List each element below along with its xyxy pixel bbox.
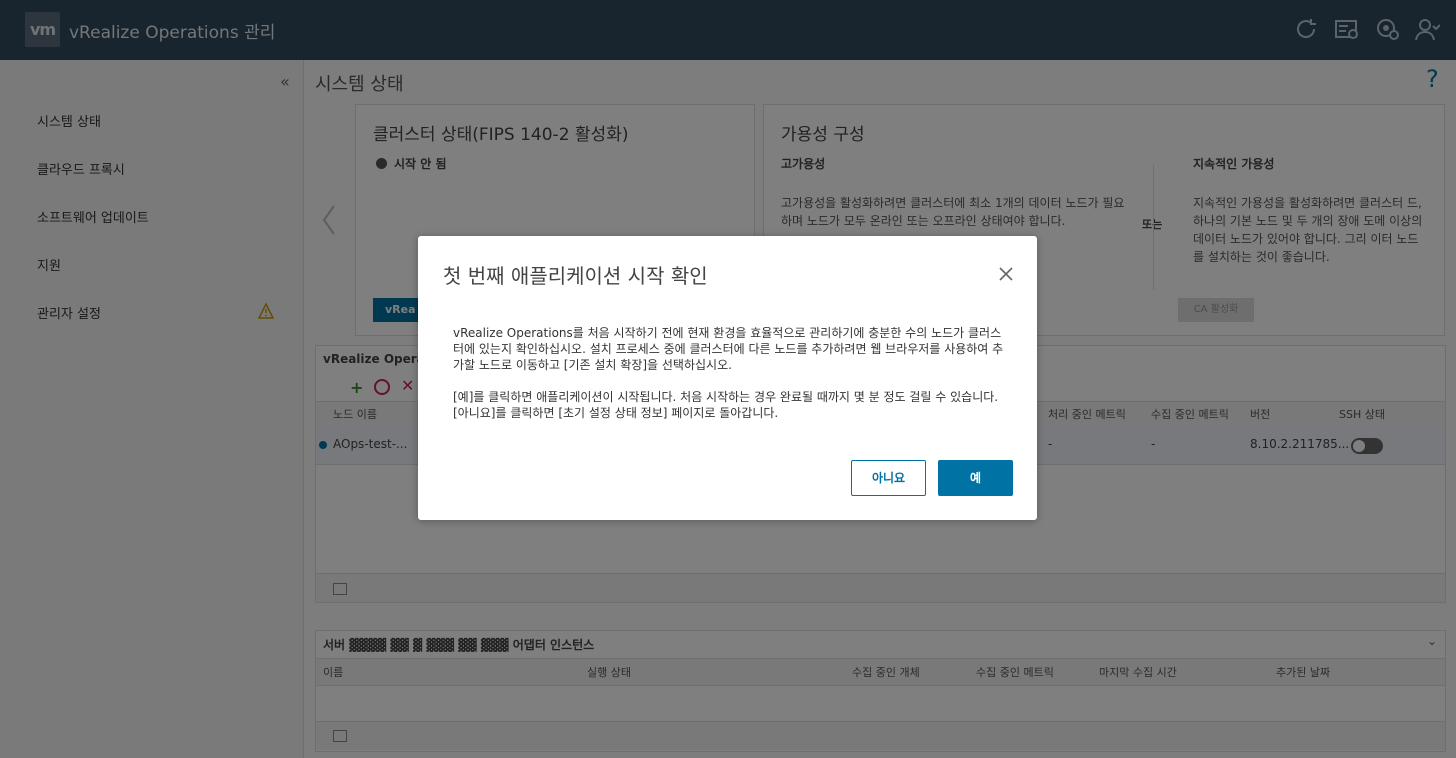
confirm-start-dialog: 첫 번째 애플리케이션 시작 확인 vRealize Operations를 처… <box>418 236 1037 520</box>
dialog-title: 첫 번째 애플리케이션 시작 확인 <box>443 264 708 288</box>
close-icon[interactable] <box>998 266 1014 282</box>
dialog-paragraph-1: vRealize Operations를 처음 시작하기 전에 현재 환경을 효… <box>453 326 1004 372</box>
dialog-paragraph-2: [예]를 클릭하면 애플리케이션이 시작됩니다. 처음 시작하는 경우 완료될 … <box>453 390 999 420</box>
yes-button[interactable]: 예 <box>938 460 1013 496</box>
no-button[interactable]: 아니요 <box>851 460 926 496</box>
